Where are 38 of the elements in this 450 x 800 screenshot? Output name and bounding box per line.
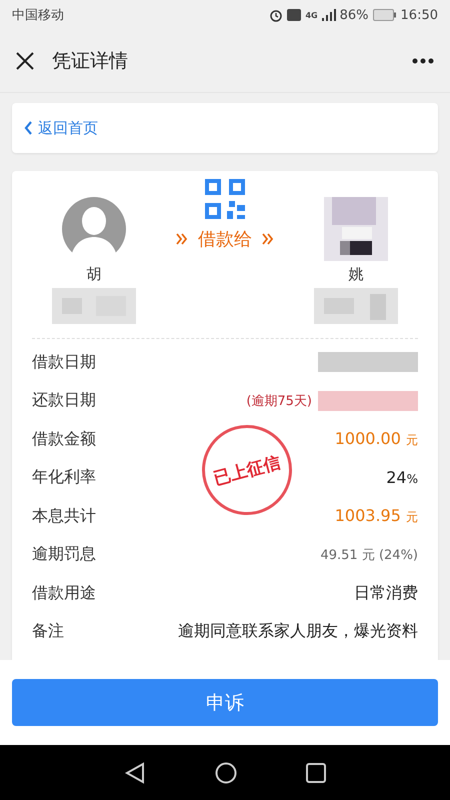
field-value: 24% (386, 468, 418, 488)
back-link[interactable]: 返回首页 (24, 118, 98, 138)
overdue-note: (逾期75天) (246, 392, 312, 410)
field-value: 逾期同意联系家人朋友，爆光资料 (178, 621, 418, 642)
field-label: 逾期罚息 (32, 544, 96, 566)
qr-code-icon (205, 179, 245, 219)
field-value: 1000.00 元 (334, 429, 418, 450)
chevrons-icon (262, 233, 274, 245)
field-label: 借款日期 (32, 352, 96, 373)
more-icon[interactable] (412, 58, 434, 64)
appeal-button[interactable]: 申诉 (12, 679, 438, 726)
clock-time: 16:50 (400, 8, 438, 22)
page-title: 凭证详情 (52, 49, 129, 74)
field-label: 备注 (32, 621, 64, 642)
chevrons-icon (176, 233, 188, 245)
back-icon[interactable] (124, 762, 146, 784)
field-label: 年化利率 (32, 467, 96, 488)
transfer-action: 借款给 (198, 228, 252, 251)
field-value: 日常消费 (354, 582, 418, 604)
network-type: 4G (305, 10, 318, 20)
battery-percent: 86% (340, 8, 369, 22)
avatar-icon (62, 197, 126, 261)
close-icon[interactable] (16, 52, 34, 70)
field-label: 借款金额 (32, 428, 96, 450)
field-label: 还款日期 (32, 390, 96, 412)
signal-icon (322, 9, 336, 21)
field-label: 本息共计 (32, 506, 96, 527)
chevron-left-icon (24, 121, 33, 135)
recents-icon[interactable] (306, 762, 326, 782)
lender-name: 胡 (86, 265, 102, 284)
field-value: 49.51 元 (24%) (320, 546, 418, 564)
field-value: 1003.95 元 (334, 506, 418, 526)
alarm-icon (269, 8, 284, 22)
field-label: 借款用途 (32, 582, 96, 604)
carrier-name: 中国移动 (12, 7, 64, 24)
home-icon[interactable] (214, 762, 237, 784)
borrower-name: 姚 (348, 265, 364, 284)
battery-icon (372, 9, 397, 21)
